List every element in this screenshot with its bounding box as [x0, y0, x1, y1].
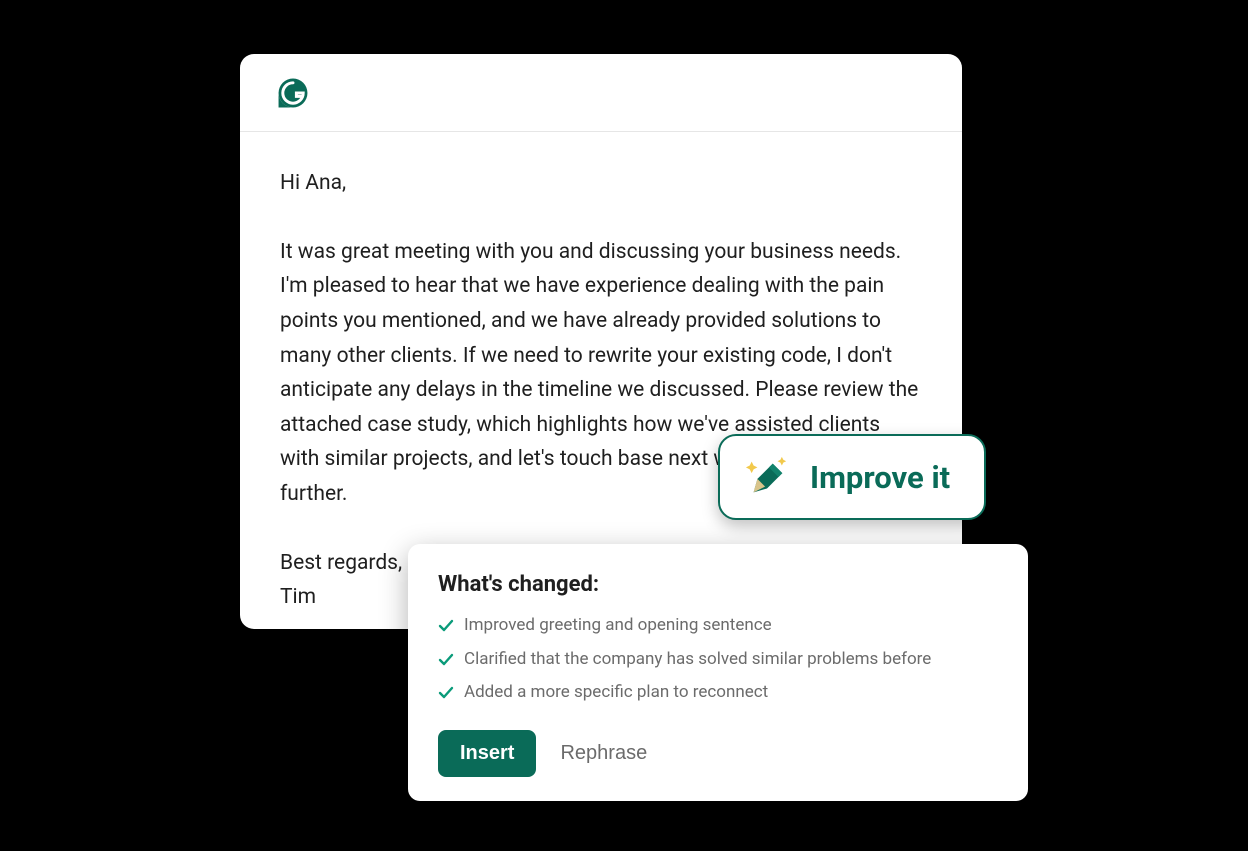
change-item-text: Clarified that the company has solved si…: [464, 647, 931, 673]
improve-it-button[interactable]: Improve it: [718, 434, 986, 520]
change-item-text: Improved greeting and opening sentence: [464, 613, 772, 639]
grammarly-logo-icon: [276, 76, 310, 110]
changes-card: What's changed: Improved greeting and op…: [408, 544, 1028, 801]
check-icon: [438, 617, 454, 633]
improve-it-label: Improve it: [810, 459, 950, 496]
list-item: Added a more specific plan to reconnect: [438, 680, 998, 706]
editor-header: [240, 54, 962, 132]
rephrase-button[interactable]: Rephrase: [560, 742, 647, 765]
changes-title: What's changed:: [438, 572, 998, 597]
editor-card: Hi Ana, It was great meeting with you an…: [240, 54, 962, 629]
insert-button[interactable]: Insert: [438, 730, 536, 777]
improve-pencil-icon: [744, 454, 790, 500]
check-icon: [438, 684, 454, 700]
check-icon: [438, 651, 454, 667]
changes-actions: Insert Rephrase: [438, 730, 998, 777]
email-greeting: Hi Ana,: [280, 166, 922, 201]
change-item-text: Added a more specific plan to reconnect: [464, 680, 768, 706]
changes-list: Improved greeting and opening sentence C…: [438, 613, 998, 706]
list-item: Improved greeting and opening sentence: [438, 613, 998, 639]
list-item: Clarified that the company has solved si…: [438, 647, 998, 673]
